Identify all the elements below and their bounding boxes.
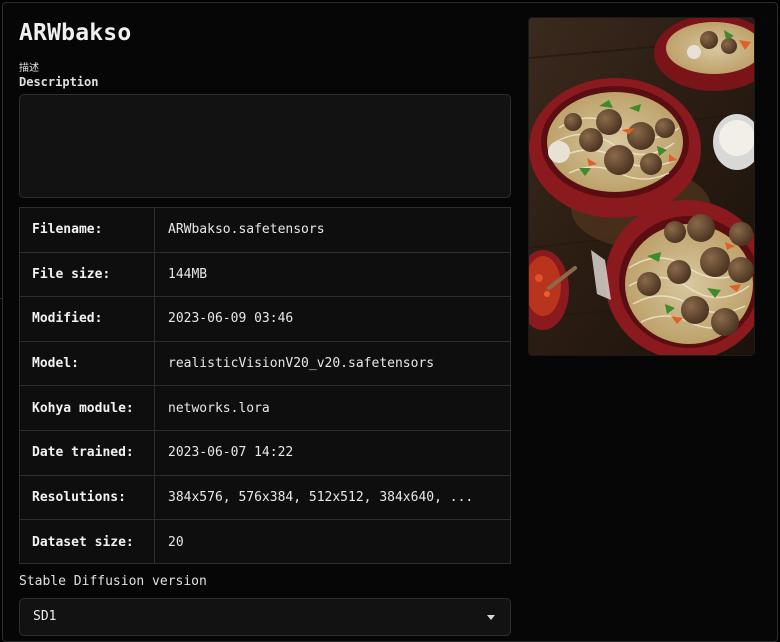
info-value-resolutions: 384x576, 576x384, 512x512, 384x640, ...: [168, 489, 474, 505]
info-key-kohya-module: Kohya module:: [20, 386, 155, 430]
sd-version-dropdown[interactable]: SD1: [19, 598, 511, 636]
lora-title: ARWbakso: [19, 20, 132, 46]
preview-image[interactable]: [529, 18, 754, 355]
table-row: Resolutions: 384x576, 576x384, 512x512, …: [20, 475, 510, 521]
info-value-date-trained: 2023-06-07 14:22: [168, 445, 294, 461]
info-value-kohya-module: networks.lora: [168, 400, 270, 416]
description-textarea[interactable]: [19, 94, 511, 198]
table-row: Kohya module: networks.lora: [20, 386, 510, 431]
model-info-table: Filename: ARWbakso.safetensors File size…: [19, 207, 511, 564]
info-key-date-trained: Date trained:: [20, 430, 155, 475]
caret-down-icon: [487, 615, 495, 620]
info-key-file-size: File size:: [20, 252, 155, 297]
info-value-file-size: 144MB: [168, 266, 208, 282]
info-key-model: Model:: [20, 341, 155, 386]
info-key-filename: Filename:: [20, 208, 155, 252]
info-value-filename: ARWbakso.safetensors: [168, 222, 325, 238]
info-key-dataset-size: Dataset size:: [20, 520, 155, 563]
info-value-model: realisticVisionV20_v20.safetensors: [168, 356, 435, 372]
table-row: Date trained: 2023-06-07 14:22: [20, 430, 510, 476]
meatball-soup-photo: [529, 18, 754, 355]
table-row: Dataset size: 20: [20, 520, 510, 563]
table-row: Modified: 2023-06-09 03:46: [20, 297, 510, 342]
info-value-dataset-size: 20: [168, 534, 184, 550]
table-row: Model: realisticVisionV20_v20.safetensor…: [20, 341, 510, 387]
table-row: File size: 144MB: [20, 252, 510, 298]
info-key-modified: Modified:: [20, 297, 155, 341]
sd-version-label: Stable Diffusion version: [19, 574, 207, 589]
description-label-cn: 描述: [19, 63, 39, 74]
sd-version-selected: SD1: [33, 609, 57, 624]
info-key-resolutions: Resolutions:: [20, 475, 155, 520]
info-value-modified: 2023-06-09 03:46: [168, 311, 294, 327]
description-label: Description: [19, 75, 99, 89]
table-row: Filename: ARWbakso.safetensors: [20, 208, 510, 253]
